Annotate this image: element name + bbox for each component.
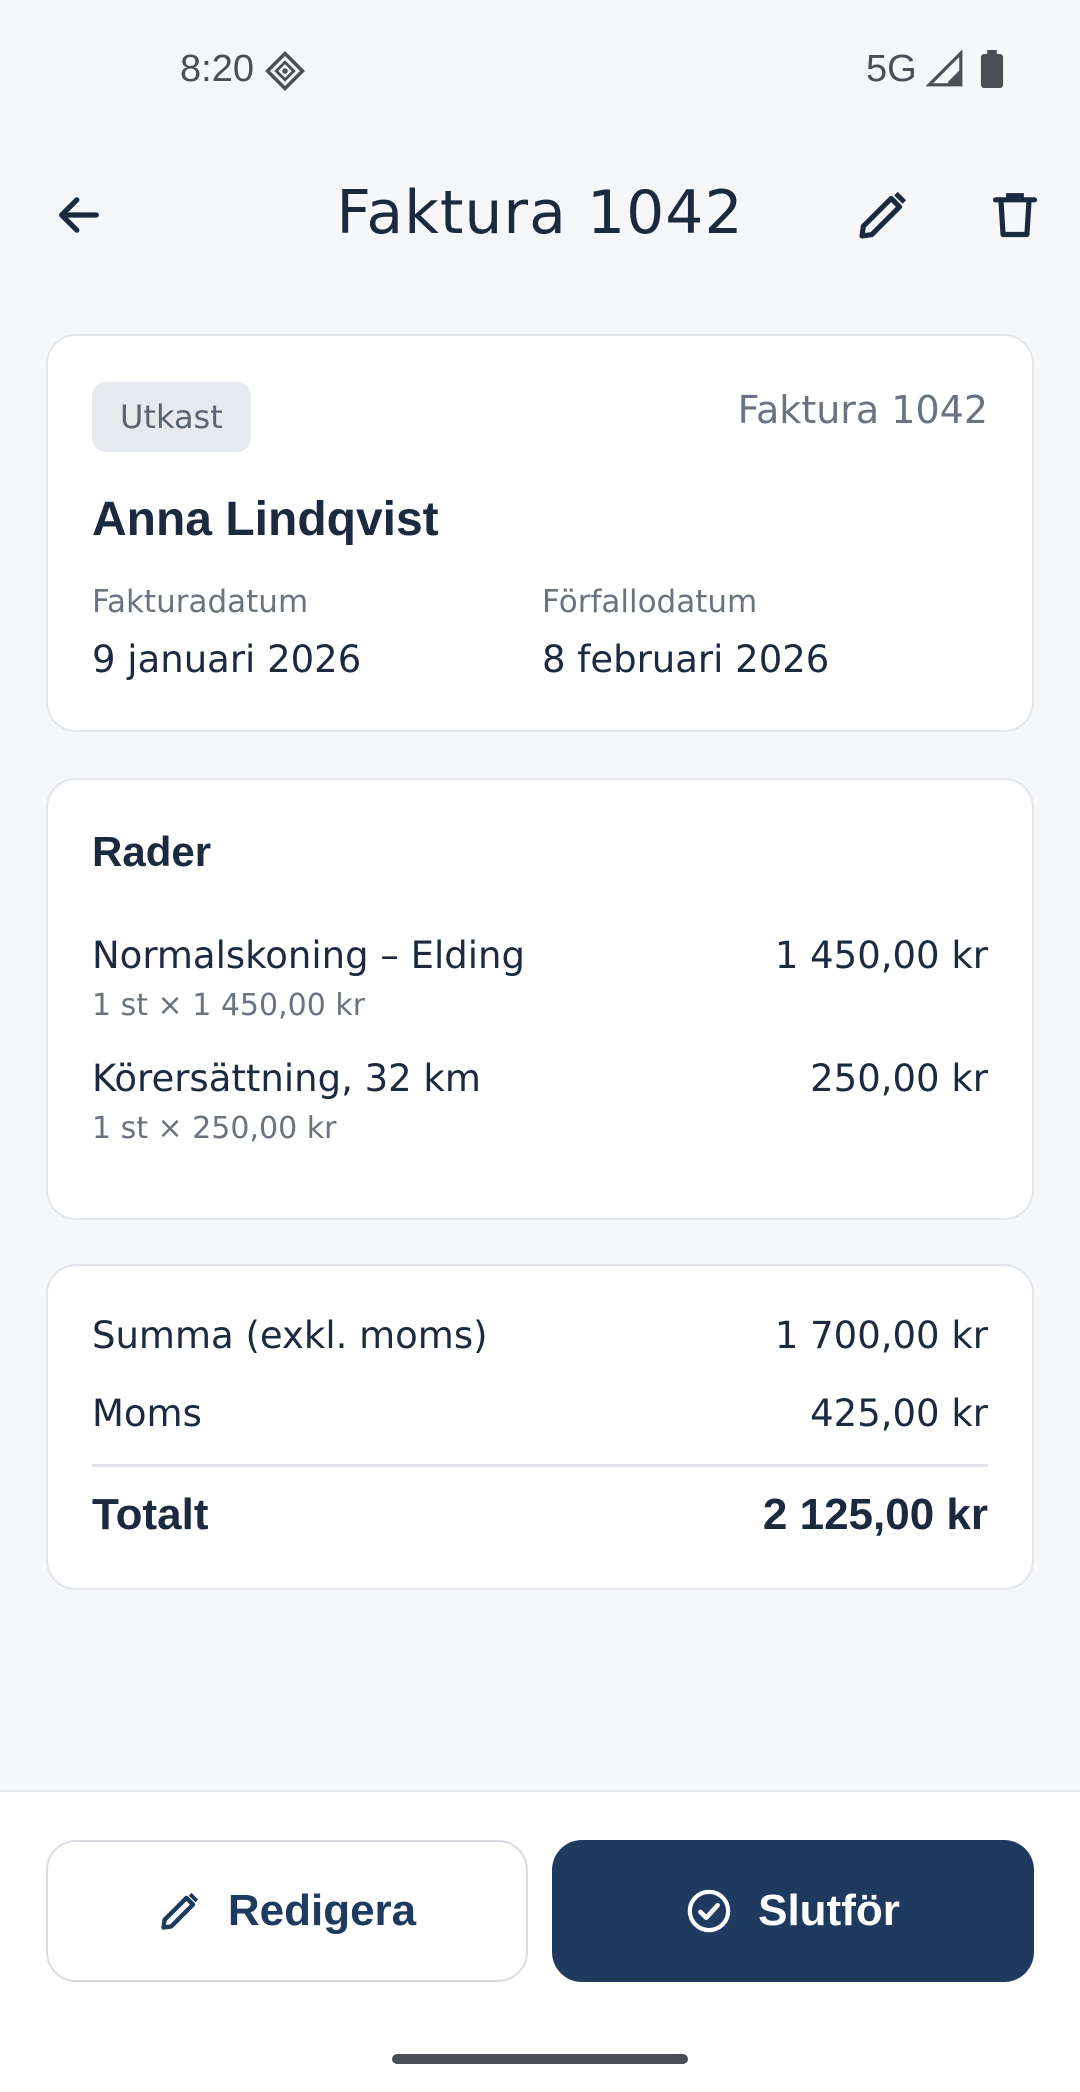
network-type: 5G	[866, 48, 917, 90]
invoice-reference: Faktura 1042	[737, 388, 988, 432]
vat-label: Moms	[92, 1392, 202, 1435]
bottom-action-bar: Redigera Slutför	[0, 1790, 1080, 2092]
home-indicator[interactable]	[392, 2054, 688, 2064]
divider	[92, 1464, 988, 1467]
totals-card: Summa (exkl. moms) 1 700,00 kr Moms 425,…	[46, 1264, 1034, 1590]
app-bar: Faktura 1042	[0, 150, 1080, 280]
status-bar: 8:20 5G	[0, 0, 1080, 140]
subtotal-row: Summa (exkl. moms) 1 700,00 kr	[92, 1314, 988, 1364]
list-item: Körersättning, 32 km 1 st × 250,00 kr 25…	[92, 1057, 988, 1157]
pencil-icon	[161, 1892, 198, 1930]
check-circle-icon	[687, 1889, 731, 1933]
subtotal-value: 1 700,00 kr	[774, 1314, 988, 1357]
invoice-summary-card: Utkast Faktura 1042 Anna Lindqvist Faktu…	[46, 334, 1034, 732]
line-description: Normalskoning – Elding	[92, 934, 525, 977]
total-label: Totalt	[92, 1490, 209, 1539]
delete-invoice-button[interactable]	[978, 178, 1052, 252]
invoice-lines-card: Rader Normalskoning – Elding 1 st × 1 45…	[46, 778, 1034, 1220]
battery-icon	[980, 50, 1004, 88]
edit-invoice-button[interactable]	[846, 178, 920, 252]
due-date: 8 februari 2026	[542, 638, 830, 681]
trash-icon	[992, 193, 1038, 238]
line-amount: 250,00 kr	[810, 1057, 988, 1100]
location-icon	[265, 51, 305, 91]
line-detail: 1 st × 250,00 kr	[92, 1111, 337, 1146]
line-description: Körersättning, 32 km	[92, 1057, 481, 1100]
status-badge: Utkast	[92, 382, 251, 452]
total-value: 2 125,00 kr	[762, 1490, 988, 1539]
status-time: 8:20	[180, 48, 254, 90]
edit-button[interactable]: Redigera	[46, 1840, 528, 1982]
vat-value: 425,00 kr	[810, 1392, 988, 1435]
finish-button-label: Slutför	[758, 1886, 900, 1935]
total-row: Totalt 2 125,00 kr	[92, 1490, 988, 1540]
vat-row: Moms 425,00 kr	[92, 1392, 988, 1442]
invoice-date-label: Fakturadatum	[92, 584, 309, 620]
line-detail: 1 st × 1 450,00 kr	[92, 988, 366, 1023]
lines-title: Rader	[92, 828, 212, 875]
signal-icon	[926, 50, 963, 87]
line-amount: 1 450,00 kr	[774, 934, 988, 977]
pencil-icon	[859, 191, 907, 239]
due-date-label: Förfallodatum	[542, 584, 758, 620]
invoice-date: 9 januari 2026	[92, 638, 362, 681]
customer-name: Anna Lindqvist	[92, 493, 439, 546]
list-item: Normalskoning – Elding 1 st × 1 450,00 k…	[92, 934, 988, 1034]
edit-button-label: Redigera	[227, 1886, 417, 1935]
finish-button[interactable]: Slutför	[552, 1840, 1034, 1982]
subtotal-label: Summa (exkl. moms)	[92, 1314, 488, 1357]
